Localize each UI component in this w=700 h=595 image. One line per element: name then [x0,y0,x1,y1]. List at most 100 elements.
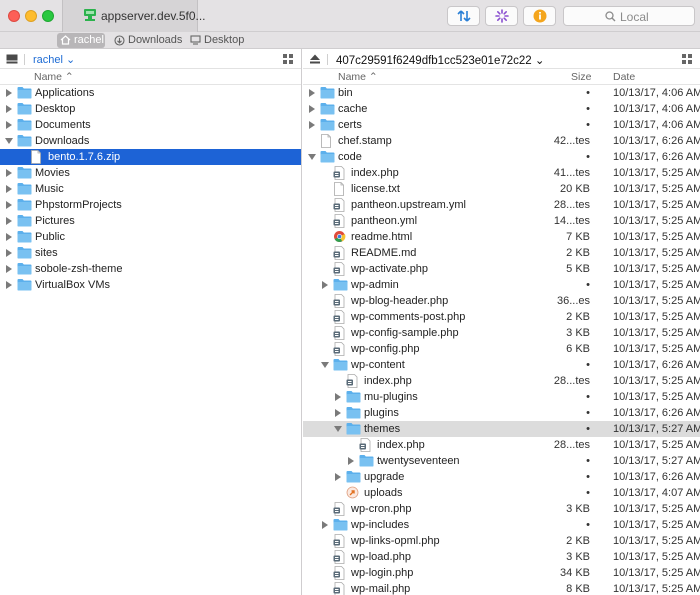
item-name: twentyseventeen [377,455,460,467]
disclosure-closed-icon[interactable] [6,281,12,289]
folder-row[interactable]: sobole-zsh-theme [0,261,301,277]
file-row[interactable]: wp-blog-header.php 36...es 10/13/17, 5:25 … [303,293,700,309]
item-name: bin [338,87,353,99]
file-row[interactable]: index.php 28...tes 10/13/17, 5:25 AM [303,373,700,389]
folder-row[interactable]: certs • 10/13/17, 4:06 AM [303,117,700,133]
search-field[interactable]: Local [563,6,695,26]
item-name: certs [338,119,362,131]
disclosure-closed-icon[interactable] [6,169,12,177]
file-row[interactable]: license.txt 20 KB 10/13/17, 5:25 AM [303,181,700,197]
disclosure-closed-icon[interactable] [348,457,354,465]
favorite-desktop[interactable]: Desktop [187,33,249,48]
favorite-rachel[interactable]: rachel [57,33,105,48]
file-row[interactable]: README.md 2 KB 10/13/17, 5:25 AM [303,245,700,261]
file-row[interactable]: bento.1.7.6.zip [0,149,301,165]
disclosure-closed-icon[interactable] [309,89,315,97]
folder-row[interactable]: themes • 10/13/17, 5:27 AM [303,421,700,437]
folder-row[interactable]: Documents [0,117,301,133]
column-name[interactable]: Name ⌃ [34,71,74,83]
item-date: 10/13/17, 5:25 AM [613,199,700,211]
folder-row[interactable]: bin • 10/13/17, 4:06 AM [303,85,700,101]
disclosure-closed-icon[interactable] [6,233,12,241]
file-row[interactable]: wp-config.php 6 KB 10/13/17, 5:25 AM [303,341,700,357]
folder-row[interactable]: wp-admin • 10/13/17, 5:25 AM [303,277,700,293]
activity-button[interactable] [485,6,518,26]
disclosure-closed-icon[interactable] [6,249,12,257]
tab-server-connection[interactable]: appserver.dev.5f0... [62,0,206,32]
folder-row[interactable]: cache • 10/13/17, 4:06 AM [303,101,700,117]
folder-row[interactable]: PhpstormProjects [0,197,301,213]
folder-row[interactable]: Movies [0,165,301,181]
file-row[interactable]: wp-cron.php 3 KB 10/13/17, 5:25 AM [303,501,700,517]
folder-row[interactable]: Downloads [0,133,301,149]
disclosure-closed-icon[interactable] [335,393,341,401]
disclosure-open-icon[interactable] [334,426,342,432]
file-row[interactable]: pantheon.upstream.yml 28...tes 10/13/17, 5… [303,197,700,213]
folder-row[interactable]: Desktop [0,101,301,117]
disclosure-closed-icon[interactable] [309,105,315,113]
folder-row[interactable]: mu-plugins • 10/13/17, 5:25 AM [303,389,700,405]
home-icon [60,35,71,45]
disclosure-closed-icon[interactable] [6,217,12,225]
item-date: 10/13/17, 6:26 AM [613,471,700,483]
disclosure-closed-icon[interactable] [322,281,328,289]
disclosure-closed-icon[interactable] [335,473,341,481]
item-size: • [586,359,590,371]
minimize-window-button[interactable] [25,10,37,22]
eject-icon[interactable] [309,54,321,64]
folder-row[interactable]: Pictures [0,213,301,229]
item-name: chef.stamp [338,135,392,147]
folder-row[interactable]: twentyseventeen • 10/13/17, 5:27 AM [303,453,700,469]
disclosure-closed-icon[interactable] [309,121,315,129]
file-row[interactable]: wp-comments-post.php 2 KB 10/13/17, 5:25 A… [303,309,700,325]
file-row[interactable]: index.php 41...tes 10/13/17, 5:25 AM [303,165,700,181]
file-row[interactable]: wp-load.php 3 KB 10/13/17, 5:25 AM [303,549,700,565]
file-row[interactable]: wp-config-sample.php 3 KB 10/13/17, 5:25 A… [303,325,700,341]
item-date: 10/13/17, 5:25 AM [613,519,700,531]
file-row[interactable]: wp-mail.php 8 KB 10/13/17, 5:25 AM [303,581,700,595]
info-button[interactable] [523,6,556,26]
folder-row[interactable]: upgrade • 10/13/17, 6:26 AM [303,469,700,485]
folder-row[interactable]: VirtualBox VMs [0,277,301,293]
file-row[interactable]: wp-activate.php 5 KB 10/13/17, 5:25 AM [303,261,700,277]
column-size[interactable]: Size [571,71,591,83]
file-row[interactable]: uploads • 10/13/17, 4:07 AM [303,485,700,501]
disclosure-closed-icon[interactable] [6,121,12,129]
folder-row[interactable]: Public [0,229,301,245]
grid-view-icon[interactable] [682,54,692,64]
maximize-window-button[interactable] [42,10,54,22]
disclosure-closed-icon[interactable] [335,409,341,417]
folder-row[interactable]: plugins • 10/13/17, 6:26 AM [303,405,700,421]
disclosure-closed-icon[interactable] [6,185,12,193]
file-row[interactable]: wp-links-opml.php 2 KB 10/13/17, 5:25 AM [303,533,700,549]
folder-row[interactable]: Applications [0,85,301,101]
disclosure-closed-icon[interactable] [6,105,12,113]
folder-row[interactable]: code • 10/13/17, 6:26 AM [303,149,700,165]
file-row[interactable]: index.php 28...tes 10/13/17, 5:25 AM [303,437,700,453]
disclosure-closed-icon[interactable] [6,89,12,97]
disclosure-open-icon[interactable] [308,154,316,160]
file-row[interactable]: chef.stamp 42...tes 10/13/17, 6:26 AM [303,133,700,149]
disclosure-open-icon[interactable] [321,362,329,368]
sync-button[interactable] [447,6,480,26]
column-name[interactable]: Name ⌃ [338,71,378,83]
local-path-dropdown[interactable]: rachel ⌄ [33,53,75,66]
file-row[interactable]: wp-login.php 34 KB 10/13/17, 5:25 AM [303,565,700,581]
disclosure-open-icon[interactable] [5,138,13,144]
folder-row[interactable]: Music [0,181,301,197]
file-row[interactable]: readme.html 7 KB 10/13/17, 5:25 AM [303,229,700,245]
folder-row[interactable]: sites [0,245,301,261]
disclosure-closed-icon[interactable] [322,521,328,529]
item-size: • [586,407,590,419]
folder-row[interactable]: wp-content • 10/13/17, 6:26 AM [303,357,700,373]
favorite-downloads[interactable]: Downloads [111,33,182,48]
disclosure-closed-icon[interactable] [6,201,12,209]
folder-row[interactable]: wp-includes • 10/13/17, 5:25 AM [303,517,700,533]
disclosure-closed-icon[interactable] [6,265,12,273]
remote-path-dropdown[interactable]: 407c29591f6249dfb1cc523e01e72c22 ⌄ [336,53,545,67]
item-size: 6 KB [566,343,590,355]
grid-view-icon[interactable] [283,54,293,64]
close-window-button[interactable] [8,10,20,22]
column-date[interactable]: Date [613,71,635,83]
file-row[interactable]: pantheon.yml 14...tes 10/13/17, 5:25 AM [303,213,700,229]
